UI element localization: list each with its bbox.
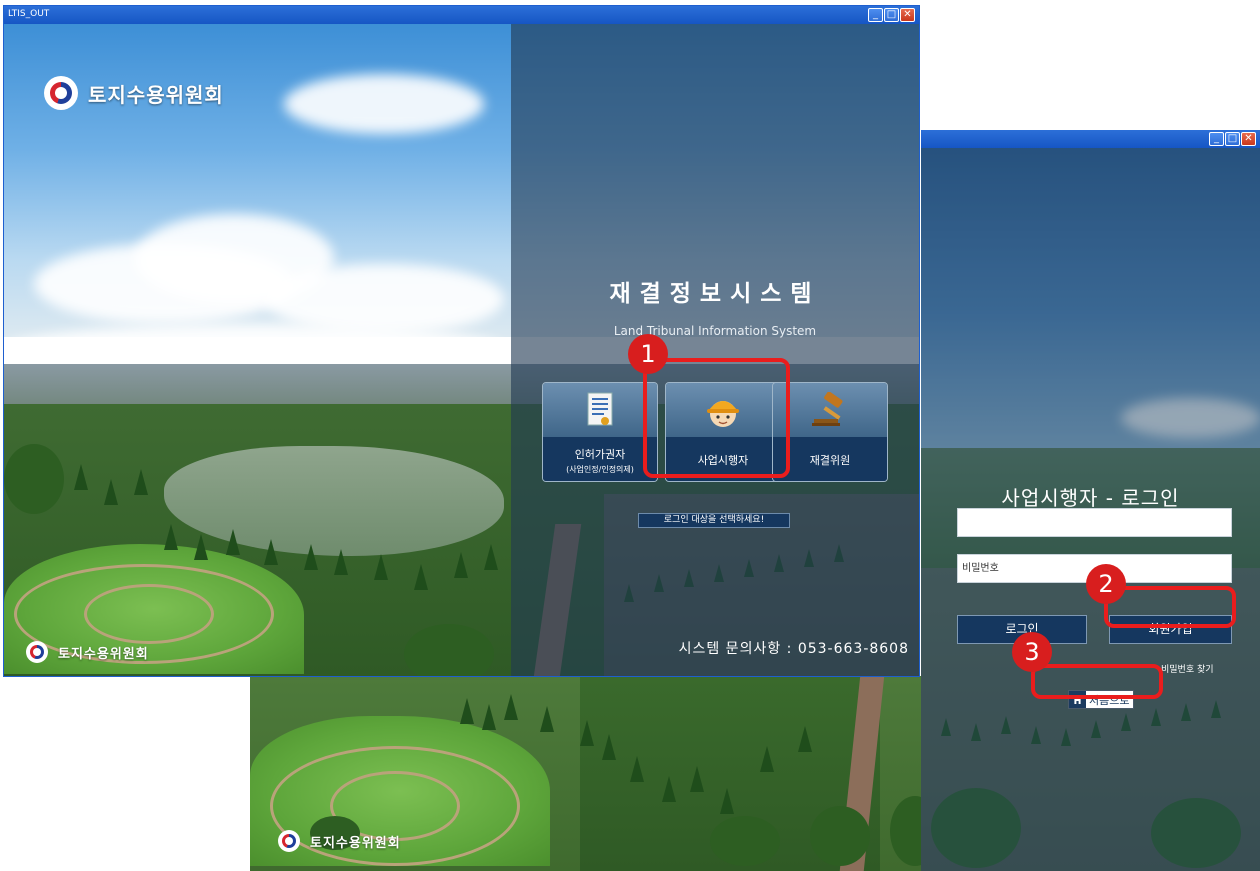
government-emblem-icon (278, 830, 300, 852)
brand-name: 토지수용위원회 (310, 835, 401, 851)
window-title: LTIS_OUT (8, 9, 50, 19)
step-badge-1: 1 (628, 334, 668, 374)
role-sub-label: (사업인정/인정의제) (566, 464, 634, 474)
government-emblem-icon (44, 76, 78, 110)
brand-logo: 토지수용위원회 (44, 76, 224, 110)
step-badge-3: 3 (1012, 632, 1052, 672)
user-id-input[interactable] (957, 508, 1232, 537)
step-badge-2: 2 (1086, 564, 1126, 604)
maximize-button[interactable]: □ (1225, 132, 1240, 146)
role-panel-overlay (511, 24, 919, 676)
select-prompt: 로그인 대상을 선택하세요! (638, 513, 790, 528)
login-window: _ □ ✕ 사업시행자 - 로그인 로그인 회원가입 비밀번호 찾기 처음으로 (921, 130, 1260, 871)
brand-name: 토지수용위원회 (88, 82, 224, 107)
login-title: 사업시행자 - 로그인 (1001, 486, 1180, 510)
system-subtitle: Land Tribunal Information System (613, 324, 817, 338)
main-pane: 토지수용위원회 토지수용위원회 재결정보시스템 Land Tribunal In… (4, 24, 919, 676)
contact-info: 시스템 문의사항 : 053-663-8608 (678, 641, 909, 657)
minimize-button[interactable]: _ (868, 8, 883, 22)
government-emblem-icon (26, 641, 48, 663)
role-select-window: LTIS_OUT _ □ ✕ 토지수용위원회 토지수용위원회 재결정보시스템 L… (3, 5, 920, 677)
find-password-link[interactable]: 비밀번호 찾기 (1161, 662, 1214, 675)
minimize-button[interactable]: _ (1209, 132, 1224, 146)
brand-logo-footer: 토지수용위원회 (26, 641, 149, 663)
gavel-icon (812, 392, 843, 426)
role-label: 재결위원 (809, 454, 851, 467)
role-label: 인허가권자 (574, 447, 626, 461)
certificate-icon (587, 392, 613, 426)
close-button[interactable]: ✕ (900, 8, 915, 22)
maximize-button[interactable]: □ (884, 8, 899, 22)
titlebar: LTIS_OUT _ □ ✕ (4, 6, 919, 24)
highlight-operator-card (643, 358, 790, 478)
close-button[interactable]: ✕ (1241, 132, 1256, 146)
system-title: 재결정보시스템 (609, 281, 821, 307)
brand-logo-back: 토지수용위원회 (278, 830, 401, 852)
highlight-home-button (1031, 664, 1163, 699)
role-card-licensor[interactable]: 인허가권자 (사업인정/인정의제) (542, 382, 658, 482)
titlebar: _ □ ✕ (921, 130, 1260, 148)
brand-name-footer: 토지수용위원회 (58, 646, 149, 662)
login-pane: 사업시행자 - 로그인 로그인 회원가입 비밀번호 찾기 처음으로 (921, 148, 1260, 871)
